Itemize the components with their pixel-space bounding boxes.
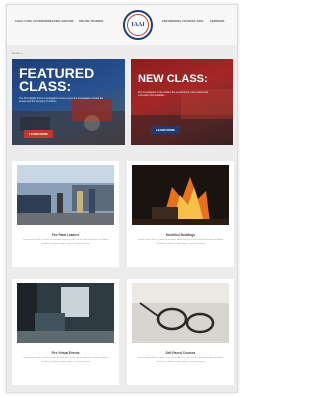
featured-class-title: Featured Class: [19,66,94,94]
card-title: Self-Paced Courses [165,351,196,355]
nav-item-child-care[interactable]: Child Care Courses [15,20,46,23]
card-image-glasses [132,283,229,343]
card-description: Lorem ipsum dolor sit amet consectetur a… [22,239,109,245]
new-class-learn-more-button[interactable]: Learn More [151,126,180,134]
new-class-title: New Class: [138,73,208,85]
featured-learn-more-button[interactable]: Learn More [24,130,53,138]
card-image-laptop-user [17,283,114,343]
new-class-banner-image [131,89,233,145]
featured-class-text: The Fire Fatality Scene Investigation co… [19,97,104,104]
card-title: Fire Virtual Events [51,351,80,355]
card-title: Fire Fatal Leaders [51,233,80,237]
iaai-logo[interactable]: IAAI [123,10,153,40]
new-class-banner[interactable]: New Class: Fire investigation in the mod… [131,59,233,145]
card-description: Lorem ipsum dolor sit amet consectetur a… [22,357,109,363]
site-header: Child Care Courses Breaking Ground Onlin… [7,5,237,45]
featured-class-banner[interactable]: Featured Class: The Fire Fatality Scene … [12,59,125,145]
nav-item-breaking-ground[interactable]: Breaking Ground [46,20,74,23]
webpage: Child Care Courses Breaking Ground Onlin… [6,4,238,393]
card-description: Lorem ipsum dolor sit amet consectetur a… [137,357,224,363]
course-card[interactable]: Fire Fatal Leaders Lorem ipsum dolor sit… [12,161,119,267]
course-card[interactable]: Modelled Buildings Lorem ipsum dolor sit… [127,161,234,267]
nav-item-online-training[interactable]: Online Training [79,20,104,23]
breadcrumb[interactable]: Home » [12,51,23,55]
nav-item-seminars[interactable]: Seminars [210,20,225,23]
card-description: Lorem ipsum dolor sit amet consectetur a… [137,239,224,245]
course-card[interactable]: Fire Virtual Events Lorem ipsum dolor si… [12,279,119,385]
new-class-text: Fire investigation in the modern fire en… [138,91,209,98]
card-image-fire-scene [17,165,114,225]
card-image-burning-house [132,165,229,225]
nav-item-engineering[interactable]: Engineering Courses Tool [162,20,204,23]
featured-title-line2: Class: [19,78,72,94]
logo-emblem: IAAI [127,14,149,36]
course-card[interactable]: Self-Paced Courses Lorem ipsum dolor sit… [127,279,234,385]
card-title: Modelled Buildings [165,233,196,237]
